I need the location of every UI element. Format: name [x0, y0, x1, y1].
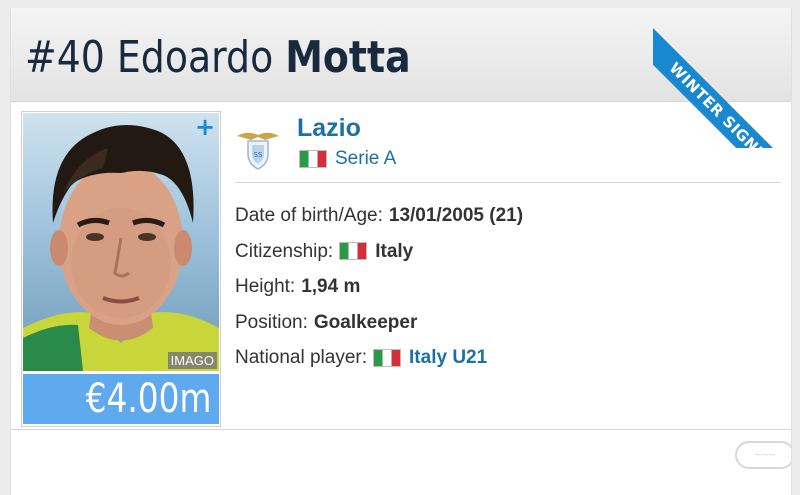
first-name: Edoardo	[116, 32, 274, 83]
position-label: Position:	[235, 311, 308, 333]
last-name: Motta	[285, 32, 411, 83]
league-row: Serie A	[299, 147, 396, 171]
national-team-link[interactable]: Italy U21	[409, 340, 487, 376]
shirt-number: #40	[25, 32, 105, 83]
divider	[235, 182, 781, 183]
player-card: #40 Edoardo Motta WINTER SIGNING + IMAGO…	[10, 8, 792, 495]
position-value: Goalkeeper	[313, 311, 418, 333]
info-row-position: Position: Goalkeeper	[235, 305, 781, 341]
national-label: National player:	[235, 347, 368, 368]
ribbon-container: WINTER SIGNING	[653, 8, 791, 148]
player-portrait-image	[23, 124, 219, 371]
league-link[interactable]: Serie A	[335, 147, 396, 171]
height-value: 1,94 m	[301, 276, 361, 297]
citizenship-label: Citizenship:	[235, 240, 334, 262]
player-photo-box: + IMAGO €4.00m	[21, 111, 221, 427]
player-photo[interactable]: + IMAGO	[23, 113, 219, 371]
info-row-national: National player: Italy U21	[235, 340, 781, 376]
winter-signing-ribbon: WINTER SIGNING	[653, 28, 791, 148]
photo-credit: IMAGO	[167, 352, 217, 369]
birth-label: Date of birth/Age:	[235, 205, 383, 226]
info-row-birth: Date of birth/Age: 13/01/2005 (21)	[235, 198, 781, 234]
italy-flag-icon	[339, 242, 368, 261]
market-value: €4.00m	[85, 376, 211, 422]
player-title: #40 Edoardo Motta	[25, 32, 411, 84]
watermark-logo-icon: ~~~	[735, 441, 791, 469]
italy-flag-icon	[373, 348, 402, 367]
bottom-divider	[11, 429, 791, 430]
player-info-list: Date of birth/Age: 13/01/2005 (21) Citiz…	[235, 198, 781, 376]
info-row-height: Height: 1,94 m	[235, 269, 781, 305]
height-label: Height:	[235, 276, 296, 297]
svg-text:SS: SS	[254, 151, 263, 159]
info-row-citizenship: Citizenship: Italy	[235, 234, 781, 270]
club-name-link[interactable]: Lazio	[297, 111, 361, 145]
lazio-crest-icon[interactable]: SS	[235, 126, 281, 172]
italy-flag-icon	[299, 150, 327, 168]
market-value-box[interactable]: €4.00m	[23, 374, 219, 424]
plus-icon[interactable]: +	[195, 115, 215, 139]
citizenship-value: Italy	[375, 240, 414, 262]
birth-value: 13/01/2005 (21)	[388, 205, 524, 226]
